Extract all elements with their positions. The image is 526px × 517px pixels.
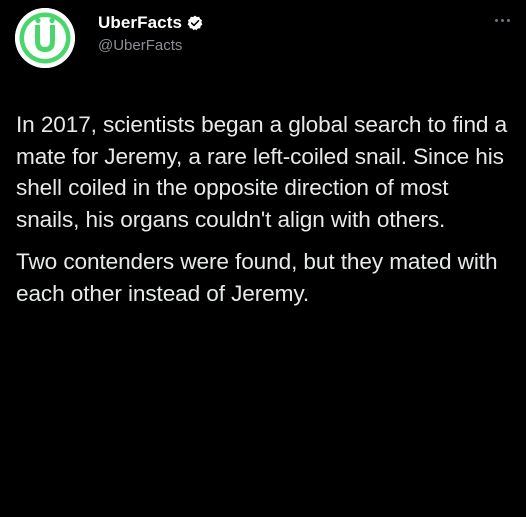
uberfacts-logo-icon [15, 8, 75, 68]
account-names: UberFacts @UberFacts [98, 11, 203, 54]
more-dots-icon[interactable] [495, 16, 513, 24]
tweet-header: UberFacts @UberFacts [15, 8, 515, 68]
dot [507, 18, 510, 22]
tweet-paragraph-2: Two contenders were found, but they mate… [16, 249, 498, 306]
dot [501, 18, 504, 22]
tweet-card: UberFacts @UberFacts In 2017, scientists… [0, 0, 526, 517]
dot [495, 18, 498, 22]
tweet-text: In 2017, scientists began a global searc… [16, 109, 512, 309]
display-name[interactable]: UberFacts [98, 13, 182, 33]
account-handle[interactable]: @UberFacts [98, 37, 203, 54]
avatar[interactable] [15, 8, 75, 68]
display-name-row: UberFacts [98, 11, 203, 35]
verified-badge-icon [187, 15, 203, 31]
tweet-paragraph-1: In 2017, scientists began a global searc… [16, 112, 508, 232]
